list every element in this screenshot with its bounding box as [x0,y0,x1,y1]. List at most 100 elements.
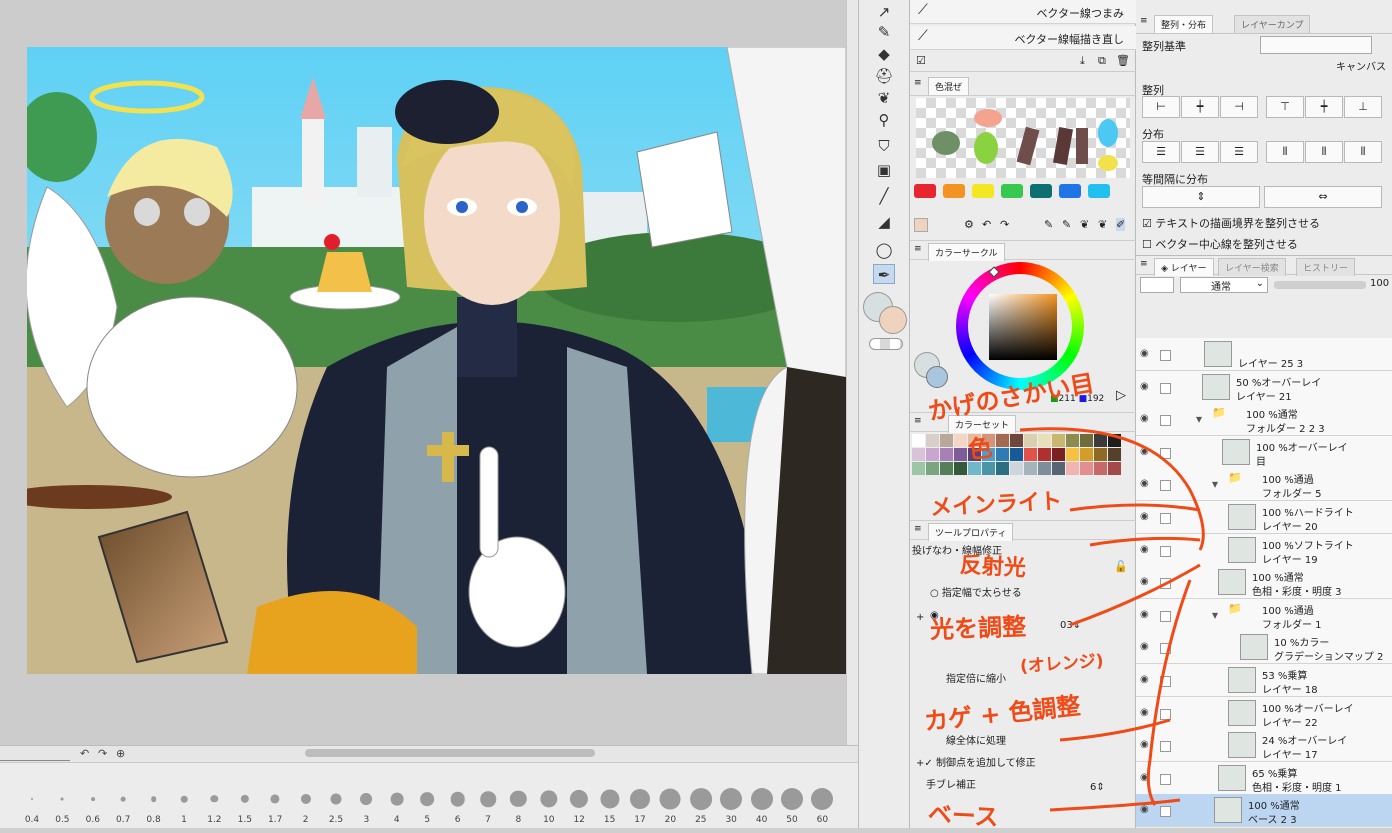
drop-icon[interactable]: ❦ [1080,218,1089,231]
sub-tool-item[interactable]: ⟋ ベクター線つまみ [910,0,1136,24]
eyedropper-icon[interactable]: ✐ [1116,218,1126,231]
brush-size-option[interactable]: 0.8 [139,763,169,829]
tab-history[interactable]: ヒストリー [1296,258,1356,276]
panel-menu-icon[interactable]: ≡ [914,244,922,254]
artwork-canvas[interactable] [27,47,846,674]
align-center-v-button[interactable]: ┿ [1305,96,1343,118]
color-bar-swatch[interactable] [972,184,994,198]
blur-icon[interactable]: ⚙ [964,218,974,231]
brush-size-option[interactable]: 0.5 [47,763,77,829]
rotate-left-icon[interactable]: ↶ [80,747,89,760]
brush-size-option[interactable]: 40 [747,763,777,829]
correct-line-icon[interactable]: ✒ [873,264,895,284]
gradient-icon[interactable]: ▣ [873,160,895,180]
pen-icon[interactable]: ✎ [873,22,895,42]
undo-icon[interactable]: ↶ [982,218,991,231]
brush-size-option[interactable]: 6 [443,763,473,829]
distribute-left-button[interactable]: ⦀ [1266,141,1304,163]
transparent-color-swatch[interactable] [869,338,903,350]
brush-size-option[interactable]: 50 [777,763,807,829]
redo-icon[interactable]: ↷ [1000,218,1009,231]
align-top-button[interactable]: ⊤ [1266,96,1304,118]
align-basis-buttons[interactable] [1260,36,1372,54]
line-icon[interactable]: ╱ [873,186,895,206]
vector-pen-icon[interactable]: ↗ [873,2,895,22]
distribute-right-button[interactable]: ⦀ [1344,141,1382,163]
tab-align[interactable]: 整列・分布 [1154,15,1214,33]
tab-layer-search[interactable]: レイヤー検索 [1218,258,1286,276]
blend-brush-icon[interactable]: ✎ [1062,218,1071,231]
brush-size-option[interactable]: 1.5 [230,763,260,829]
align-center-h-button[interactable]: ┿ [1181,96,1219,118]
brush-icon[interactable]: ✎ [1044,218,1053,231]
copy-icon[interactable]: ⧉ [1098,54,1106,68]
color-bar-swatch[interactable] [943,184,965,198]
distribute-bottom-button[interactable]: ☰ [1220,141,1258,163]
ruler-icon[interactable]: ◢ [873,212,895,232]
eye-icon[interactable]: ◉ [1140,348,1149,359]
color-bar-swatch[interactable] [1030,184,1052,198]
blend-icon[interactable]: ❦ [873,88,895,108]
horizontal-scrollbar[interactable] [305,749,595,757]
align-left-button[interactable]: ⊢ [1142,96,1180,118]
opacity-value[interactable]: 100 [1370,278,1389,289]
align-right-button[interactable]: ⊣ [1220,96,1258,118]
tab-layer[interactable]: ◈ レイヤー [1154,258,1214,276]
distribute-middle-button[interactable]: ☰ [1181,141,1219,163]
reset-rotation-icon[interactable]: ⊕ [116,747,125,760]
color-bar-swatch[interactable] [914,184,936,198]
check-text-bounds[interactable]: ☑ テキストの描画境界を整列させる [1142,215,1320,231]
brush-size-option[interactable]: 1 [169,763,199,829]
equal-horizontal-button[interactable]: ⇔ [1264,186,1382,208]
panel-menu-icon[interactable]: ≡ [1140,16,1148,26]
sub-tool-item[interactable]: ⟋ ベクター線幅描き直し [910,26,1136,50]
brush-size-option[interactable]: 2 [291,763,321,829]
tab-layer-comp[interactable]: レイヤーカンプ [1234,15,1311,33]
brush-size-option[interactable]: 0.6 [78,763,108,829]
brush-size-option[interactable]: 30 [716,763,746,829]
blend-mode-select[interactable]: 通常 ⌄ [1180,277,1268,293]
rotate-right-icon[interactable]: ↷ [98,747,107,760]
brush-size-option[interactable]: 4 [382,763,412,829]
brush-size-option[interactable]: 3 [351,763,381,829]
vertical-scrollbar[interactable] [846,0,858,745]
brush-size-option[interactable]: 0.4 [17,763,47,829]
brush-size-option[interactable]: 15 [595,763,625,829]
airbrush-icon[interactable]: ⛑ [873,66,895,86]
brush-size-option[interactable]: 20 [655,763,685,829]
equal-vertical-button[interactable]: ⇕ [1142,186,1260,208]
opacity-slider[interactable] [1274,281,1366,289]
balloon-icon[interactable]: ◯ [873,240,895,260]
check-vector-center[interactable]: ☐ ベクター中心線を整列させる [1142,236,1298,252]
current-color-chip[interactable] [914,218,928,232]
tab-color-mix[interactable]: 色混ぜ [928,77,970,95]
brush-size-option[interactable]: 25 [686,763,716,829]
brush-size-option[interactable]: 0.7 [108,763,138,829]
sub-color-swatch[interactable] [879,306,907,334]
brush-size-option[interactable]: 7 [473,763,503,829]
fill-icon[interactable]: ⛉ [873,136,895,156]
distribute-center-button[interactable]: ⦀ [1305,141,1343,163]
brush-size-option[interactable]: 17 [625,763,655,829]
color-bar-swatch[interactable] [1088,184,1110,198]
navigator-slider[interactable] [0,747,70,761]
brush-size-option[interactable]: 8 [503,763,533,829]
trash-icon[interactable]: 🗑 [1116,54,1130,67]
color-bar-swatch[interactable] [1001,184,1023,198]
color-bar[interactable] [914,184,1132,200]
panel-menu-icon[interactable]: ≡ [914,78,922,88]
canvas-area[interactable] [0,0,858,745]
brush-size-option[interactable]: 5 [412,763,442,829]
brush-size-option[interactable]: 1.7 [260,763,290,829]
align-bottom-button[interactable]: ⊥ [1344,96,1382,118]
brush-size-option[interactable]: 12 [564,763,594,829]
distribute-top-button[interactable]: ☰ [1142,141,1180,163]
brush-size-option[interactable]: 1.2 [199,763,229,829]
color-bar-swatch[interactable] [1059,184,1081,198]
drops-icon[interactable]: ❦ [1098,218,1107,231]
brush-size-option[interactable]: 60 [807,763,837,829]
eraser-icon[interactable]: ◆ [873,44,895,64]
layer-color-select[interactable] [1140,277,1174,293]
brush-size-option[interactable]: 10 [534,763,564,829]
saturation-value-square[interactable] [989,294,1057,360]
